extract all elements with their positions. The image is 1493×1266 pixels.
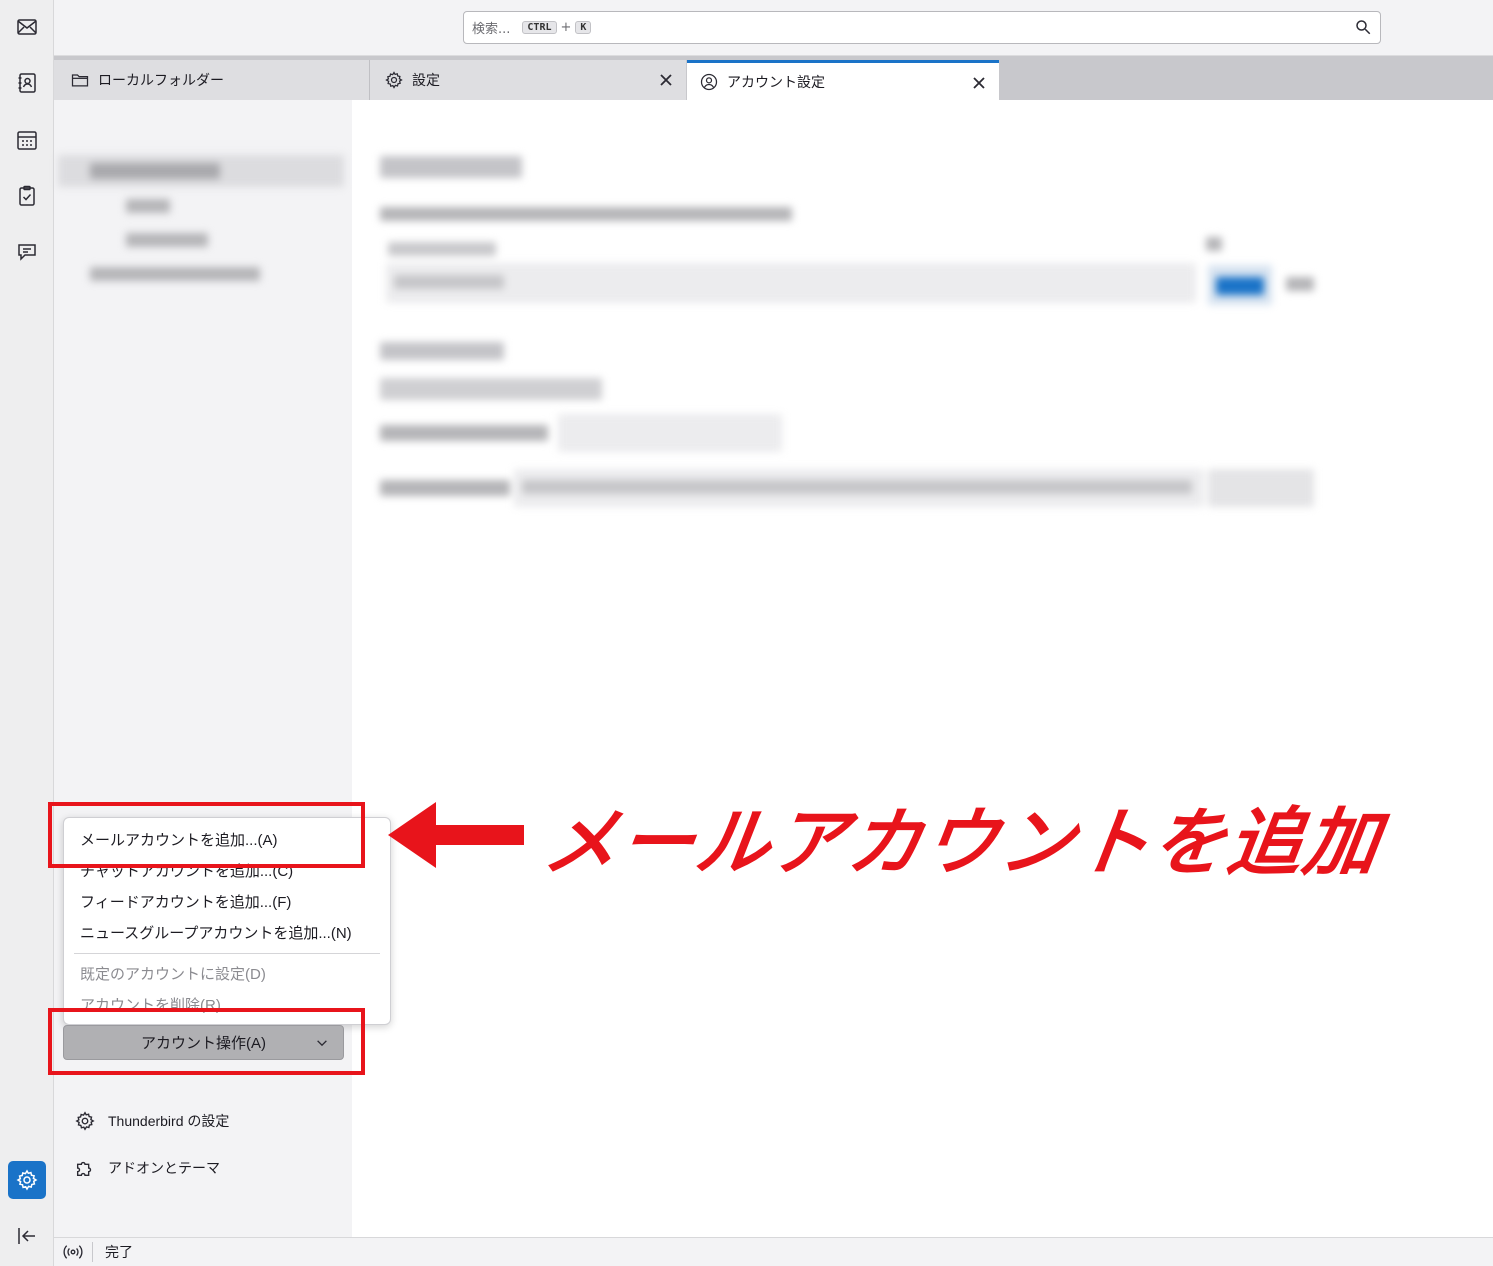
search-placeholder: 検索... xyxy=(472,22,511,37)
address-book-icon[interactable] xyxy=(8,64,46,102)
status-bar: 完了 xyxy=(54,1237,1493,1266)
highlight-box-account-actions xyxy=(48,1008,365,1075)
tab-account-settings[interactable]: アカウント設定 xyxy=(687,60,999,100)
gear-icon xyxy=(75,1111,95,1131)
unified-toolbar: 検索... CTRL + K xyxy=(54,0,1493,56)
tab-label: アカウント設定 xyxy=(727,74,825,91)
left-arrow-icon xyxy=(388,802,524,868)
mail-icon[interactable] xyxy=(8,8,46,46)
shortcut-key-k: K xyxy=(575,21,592,34)
menu-item-add-newsgroup-account[interactable]: ニュースグループアカウントを追加...(N) xyxy=(64,918,390,949)
collapse-toolbar-icon[interactable] xyxy=(8,1217,46,1255)
thunderbird-settings-link[interactable]: Thunderbird の設定 xyxy=(74,1110,229,1132)
addons-themes-label: アドオンとテーマ xyxy=(108,1160,220,1176)
settings-gear-icon[interactable] xyxy=(8,1161,46,1199)
menu-item-add-feed-account[interactable]: フィードアカウントを追加...(F) xyxy=(64,887,390,918)
thunderbird-settings-label: Thunderbird の設定 xyxy=(108,1113,230,1129)
shortcut-key-ctrl: CTRL xyxy=(522,21,557,34)
search-icon[interactable] xyxy=(1354,18,1372,36)
puzzle-icon xyxy=(76,1161,92,1177)
account-icon xyxy=(700,73,718,90)
gear-icon xyxy=(385,71,403,89)
spaces-toolbar xyxy=(0,0,54,1266)
account-settings-content xyxy=(352,100,1493,1237)
tab-label: 設定 xyxy=(412,73,440,89)
thunderbird-window: 検索... CTRL + K ローカルフォルダー 設定 アカウント設定 メールア… xyxy=(0,0,1493,1266)
annotation-text: メールアカウントを追加 xyxy=(538,800,1387,886)
menu-item-set-default: 既定のアカウントに設定(D) xyxy=(80,966,266,983)
shortcut-plus: + xyxy=(560,20,572,35)
tab-label: ローカルフォルダー xyxy=(98,73,224,89)
calendar-icon[interactable] xyxy=(8,121,46,159)
highlight-box-add-mail xyxy=(48,802,365,868)
search-input[interactable]: 検索... CTRL + K xyxy=(463,11,1381,44)
tasks-icon[interactable] xyxy=(8,177,46,215)
close-icon[interactable] xyxy=(658,72,674,88)
online-status-icon[interactable] xyxy=(62,1243,84,1261)
close-icon[interactable] xyxy=(971,75,987,91)
addons-themes-link[interactable]: アドオンとテーマ xyxy=(74,1157,220,1179)
folder-icon xyxy=(71,74,89,87)
chat-icon[interactable] xyxy=(8,233,46,271)
menu-separator xyxy=(74,953,380,954)
status-text: 完了 xyxy=(105,1245,133,1261)
status-divider xyxy=(92,1242,93,1262)
tab-bar: ローカルフォルダー 設定 アカウント設定 xyxy=(54,56,1493,100)
tab-local-folders[interactable]: ローカルフォルダー xyxy=(54,60,370,100)
tab-settings[interactable]: 設定 xyxy=(370,60,686,100)
